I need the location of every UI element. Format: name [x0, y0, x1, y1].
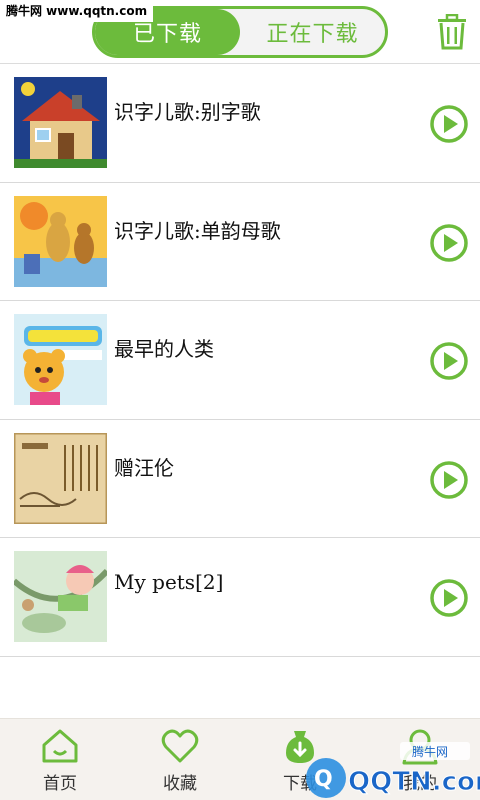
qqtn-watermark-logo: 腾牛网 Q QQTN.com: [300, 740, 480, 800]
trash-icon[interactable]: [436, 13, 468, 50]
play-icon[interactable]: [429, 104, 469, 144]
list-item[interactable]: 识字儿歌:别字歌: [0, 64, 480, 183]
svg-text:腾牛网: 腾牛网: [412, 744, 448, 759]
play-icon[interactable]: [429, 223, 469, 263]
heart-icon: [161, 729, 199, 763]
downloaded-list: 识字儿歌:别字歌 识字儿歌:单韵母歌 最早的人类 赠汪伦 My pets[2]: [0, 64, 480, 657]
thumbnail-house: [14, 77, 107, 168]
tab-home[interactable]: 首页: [0, 719, 120, 800]
item-title: 识字儿歌:单韵母歌: [114, 218, 281, 243]
home-icon: [42, 729, 78, 763]
tab-favorites[interactable]: 收藏: [120, 719, 240, 800]
item-title: 赠汪伦: [114, 455, 174, 480]
item-title: My pets[2]: [114, 570, 224, 594]
thumbnail-cartoon-bear: [14, 314, 107, 405]
thumbnail-hammock-kid: [14, 551, 107, 642]
play-icon[interactable]: [429, 578, 469, 618]
list-item[interactable]: 识字儿歌:单韵母歌: [0, 182, 480, 301]
play-icon[interactable]: [429, 341, 469, 381]
tab-home-label: 首页: [43, 774, 77, 794]
tab-favorites-label: 收藏: [163, 774, 197, 794]
list-item[interactable]: 最早的人类: [0, 301, 480, 420]
thumbnail-giraffes: [14, 195, 107, 287]
svg-text:Q: Q: [314, 767, 333, 792]
thumbnail-scroll-painting: [14, 432, 107, 524]
svg-text:QQTN.com: QQTN.com: [348, 767, 480, 797]
play-icon[interactable]: [429, 460, 469, 500]
item-title: 识字儿歌:别字歌: [114, 100, 261, 124]
list-item[interactable]: 赠汪伦: [0, 419, 480, 538]
item-title: 最早的人类: [114, 337, 214, 361]
site-watermark: 腾牛网 www.qqtn.com: [0, 0, 154, 22]
list-item[interactable]: My pets[2]: [0, 538, 480, 657]
tab-downloading[interactable]: 正在下载: [240, 9, 385, 55]
